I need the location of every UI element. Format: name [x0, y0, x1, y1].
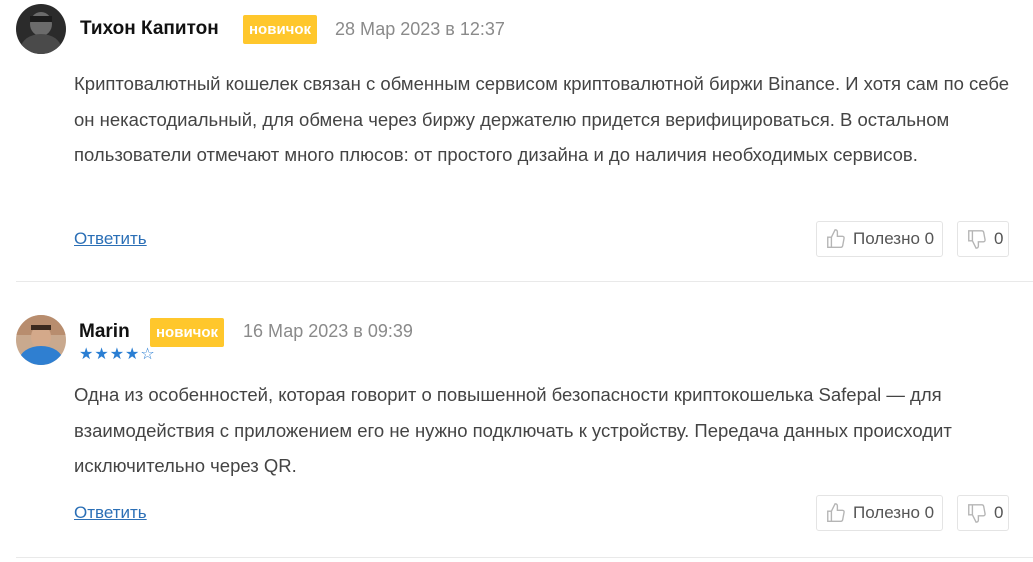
comment-item: Marin новичок 16 Мар 2023 в 09:39 ★ ★ ★ …	[0, 0, 1033, 558]
avatar[interactable]	[16, 315, 66, 365]
status-badge: новичок	[150, 318, 225, 347]
thumbs-up-icon	[827, 503, 845, 522]
divider	[16, 281, 1033, 282]
comment-text: Одна из особенностей, которая говорит о …	[74, 384, 952, 476]
reply-link[interactable]: Ответить	[74, 503, 147, 523]
rating-stars: ★ ★ ★ ★ ☆	[79, 346, 155, 364]
star-icon: ★	[109, 346, 125, 363]
like-button[interactable]: Полезно 0	[816, 495, 943, 531]
dislike-button[interactable]: 0	[957, 495, 1009, 531]
star-empty-icon: ☆	[140, 346, 155, 363]
like-label: Полезно 0	[853, 503, 935, 522]
thumbs-down-icon	[968, 504, 986, 523]
star-icon: ★	[79, 346, 94, 363]
comment-date: 16 Мар 2023 в 09:39	[243, 321, 413, 341]
divider	[16, 557, 1033, 558]
author-name[interactable]: Marin	[79, 321, 130, 343]
star-icon: ★	[125, 346, 140, 363]
dislike-label: 0	[994, 503, 1004, 522]
star-icon: ★	[94, 346, 109, 363]
